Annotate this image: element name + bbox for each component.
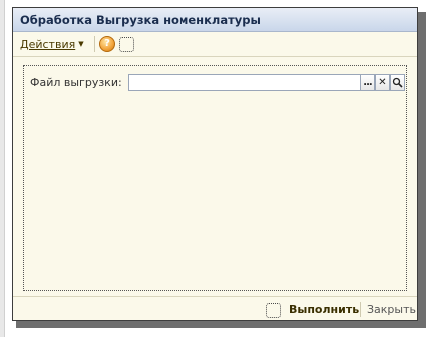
close-button[interactable]: Закрыть — [367, 303, 416, 316]
help-icon: ? — [104, 38, 110, 49]
command-bar: Действия ▼ ? — [13, 32, 417, 57]
file-field-label: Файл выгрузки: — [30, 76, 122, 89]
processing-window: Обработка Выгрузка номенклатуры Действия… — [12, 7, 418, 321]
background-panel — [0, 0, 5, 337]
run-button[interactable]: Выполнить — [289, 303, 359, 316]
customize-form-button[interactable] — [119, 37, 134, 52]
footer-bar: Выполнить Закрыть — [13, 297, 417, 321]
footer-separator — [360, 302, 361, 317]
caret-down-icon: ▼ — [78, 40, 84, 48]
select-file-button[interactable]: ... — [360, 74, 375, 91]
window-title: Обработка Выгрузка номенклатуры — [20, 13, 261, 27]
clear-icon[interactable]: ✕ — [375, 74, 390, 91]
help-button[interactable]: ? — [99, 36, 115, 52]
form-group-area: Файл выгрузки: ... ✕ — [23, 65, 407, 291]
file-path-input[interactable] — [128, 74, 360, 91]
actions-menu[interactable]: Действия ▼ — [20, 38, 84, 51]
actions-menu-label: Действия — [20, 38, 76, 51]
search-icon[interactable] — [390, 74, 405, 91]
file-field-row: Файл выгрузки: ... ✕ — [24, 66, 406, 96]
window-titlebar[interactable]: Обработка Выгрузка номенклатуры — [13, 8, 417, 32]
footer-customize-button[interactable] — [266, 303, 281, 318]
toolbar-separator — [94, 36, 95, 52]
